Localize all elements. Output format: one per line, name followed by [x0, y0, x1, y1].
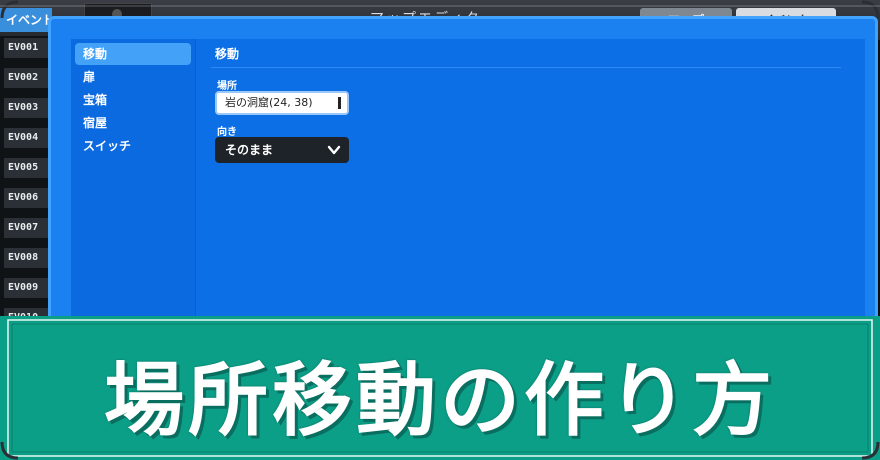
event-list-item[interactable]: EV002: [4, 68, 48, 88]
sidebar-item-treasure[interactable]: 宝箱: [75, 89, 191, 111]
location-label: 場所: [217, 81, 237, 92]
sidebar-item-door[interactable]: 扉: [75, 66, 191, 88]
section-divider: [211, 67, 841, 68]
section-title: 移動: [215, 47, 240, 61]
event-list-item[interactable]: EV006: [4, 188, 48, 208]
direction-value: そのまま: [225, 143, 274, 157]
event-list-item[interactable]: EV005: [4, 158, 48, 178]
event-editor-dialog: 移動 扉 宝箱 宿屋 スイッチ 移動 場所 岩の洞窟(24, 38) 向き その…: [48, 16, 878, 339]
event-list-item[interactable]: EV003: [4, 98, 48, 118]
sidebar-item-inn[interactable]: 宿屋: [75, 112, 191, 134]
event-list-item[interactable]: EV008: [4, 248, 48, 268]
event-list-item[interactable]: EV009: [4, 278, 48, 298]
location-field[interactable]: 岩の洞窟(24, 38): [215, 91, 349, 115]
direction-select[interactable]: そのまま: [215, 137, 349, 163]
event-list-item[interactable]: EV004: [4, 128, 48, 148]
banner-title: 場所移動の作り方: [104, 353, 776, 447]
sidebar-item-move[interactable]: 移動: [75, 43, 191, 65]
event-list-item[interactable]: EV001: [4, 38, 48, 58]
chevron-down-icon: [327, 145, 341, 155]
title-banner: 場所移動の作り方: [0, 316, 880, 460]
sidebar-item-switch[interactable]: スイッチ: [75, 135, 191, 157]
location-value: 岩の洞窟(24, 38): [225, 96, 313, 109]
direction-label: 向き: [217, 127, 237, 138]
event-list-item[interactable]: EV007: [4, 218, 48, 238]
event-type-sidebar: 移動 扉 宝箱 宿屋 スイッチ: [71, 39, 196, 339]
event-tab-left[interactable]: イベント: [0, 8, 52, 32]
dialog-body: 移動 扉 宝箱 宿屋 スイッチ 移動 場所 岩の洞窟(24, 38) 向き その…: [71, 39, 865, 339]
event-settings-panel: 移動 場所 岩の洞窟(24, 38) 向き そのまま: [211, 39, 851, 339]
event-list: EV001 EV002 EV003 EV004 EV005 EV006 EV00…: [0, 36, 48, 336]
text-cursor: [338, 97, 341, 109]
